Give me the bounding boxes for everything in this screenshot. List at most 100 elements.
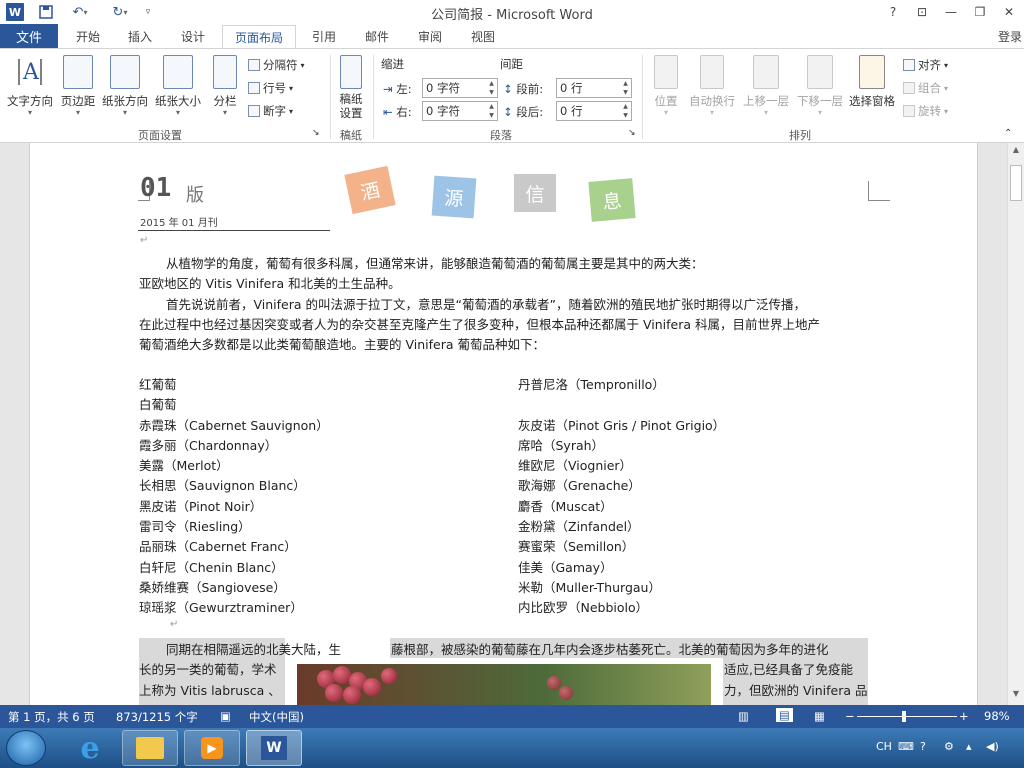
spacing-before-input[interactable]: 0 行 ▲ ▼ [556, 78, 632, 98]
zoom-in-button[interactable]: + [959, 709, 969, 723]
tab-view[interactable]: 视图 [459, 24, 507, 48]
list-item: 金粉黛（Zinfandel） [518, 519, 640, 535]
status-bar: 第 1 页，共 6 页 873/1215 个字 ▣ 中文(中国) ▥ ▤ ▦ −… [0, 705, 1024, 728]
draft-group-label: 稿纸 [340, 129, 362, 142]
wrap-text-button[interactable]: 自动换行 ▾ [686, 53, 738, 123]
draft-setup-button[interactable]: 稿纸 设置 [334, 53, 368, 123]
body-text: 首先说说前者，Vinifera 的叫法源于拉丁文，意思是“葡萄酒的承载者”，随着… [166, 297, 806, 312]
body-text: 藤根部，被感染的葡萄藤在几年内会逐步枯萎死亡。北美的葡萄因为多年的进化 [391, 642, 829, 657]
hyphenation-button[interactable]: 断字 ▾ [248, 101, 293, 121]
document-page[interactable]: 01 版 酒 源 信 息 2015 年 01 月刊 ↵ 从植物学的角度，葡萄有很… [29, 143, 978, 705]
wrap-text-icon [700, 55, 724, 89]
proofing-icon[interactable]: ▣ [220, 709, 231, 723]
start-orb-icon[interactable] [6, 730, 46, 766]
group-button[interactable]: 组合 ▾ [903, 78, 948, 98]
scroll-up-icon[interactable]: ▲ [1010, 145, 1022, 157]
orientation-button[interactable]: 纸张方向 ▾ [100, 53, 150, 123]
collapse-ribbon-icon[interactable]: ⌃ [1004, 127, 1012, 139]
media-player-icon[interactable]: ▶ [184, 730, 240, 766]
issue-number: 01 [140, 173, 172, 203]
settings-tray-icon[interactable]: ⚙ [944, 740, 954, 753]
file-explorer-icon[interactable] [122, 730, 178, 766]
position-button[interactable]: 位置 ▾ [648, 53, 684, 123]
tag-box: 源 [431, 175, 477, 219]
spacing-before-label: ↕ 段前: [503, 82, 544, 96]
grape-list-left: 红葡萄 白葡萄 赤霞珠（Cabernet Sauvignon） 霞多丽（Char… [139, 374, 499, 618]
list-item: 赛蜜荣（Semillon） [518, 539, 635, 555]
spacing-after-input[interactable]: 0 行 ▲ ▼ [556, 101, 632, 121]
spin-arrows-icon[interactable]: ▲ ▼ [620, 79, 631, 97]
page-count[interactable]: 第 1 页，共 6 页 [8, 709, 95, 725]
margins-button[interactable]: 页边距 ▾ [58, 53, 98, 123]
volume-icon[interactable]: ◀) [986, 740, 999, 753]
microsoft-word-icon[interactable]: W [246, 730, 302, 766]
zoom-out-button[interactable]: − [845, 709, 855, 723]
send-backward-button[interactable]: 下移一层 ▾ [794, 53, 846, 123]
internet-explorer-icon[interactable]: e [62, 730, 118, 766]
tray-expand-icon[interactable]: ▴ [966, 740, 972, 753]
selection-pane-button[interactable]: 选择窗格 [846, 53, 898, 123]
zoom-level[interactable]: 98% [984, 709, 1010, 723]
tag-box: 息 [588, 178, 636, 222]
spin-arrows-icon[interactable]: ▲ ▼ [620, 102, 631, 120]
list-item [518, 394, 878, 414]
tab-references[interactable]: 引用 [300, 24, 348, 48]
columns-button[interactable]: 分栏 ▾ [208, 53, 242, 123]
tag-box: 酒 [344, 165, 396, 215]
login-link[interactable]: 登录 [998, 28, 1022, 45]
list-item: 麝香（Muscat） [518, 498, 613, 514]
word-count[interactable]: 873/1215 个字 [116, 709, 198, 725]
paragraph-group-label: 段落 [490, 129, 512, 142]
rotate-button[interactable]: 旋转 ▾ [903, 101, 948, 121]
size-button[interactable]: 纸张大小 ▾ [152, 53, 204, 123]
ribbon-display-options-button[interactable]: ⊡ [911, 2, 933, 22]
spin-arrows-icon[interactable]: ▲ ▼ [486, 79, 497, 97]
indent-right-input[interactable]: 0 字符 ▲ ▼ [422, 101, 498, 121]
tab-design[interactable]: 设计 [169, 24, 217, 48]
grape-photo[interactable] [297, 664, 711, 705]
list-item: 灰皮诺（Pinot Gris / Pinot Grigio） [518, 417, 726, 433]
scroll-thumb[interactable] [1010, 165, 1022, 201]
input-language[interactable]: CH [876, 740, 892, 753]
page-setup-group-label: 页面设置 [138, 129, 182, 142]
spacing-label: 间距 [500, 57, 523, 71]
zoom-slider[interactable] [857, 716, 957, 717]
line-numbers-button[interactable]: 行号 ▾ [248, 78, 293, 98]
paragraph-launcher-icon[interactable]: ↘ [628, 127, 636, 139]
tab-review[interactable]: 审阅 [406, 24, 454, 48]
arrange-group-label: 排列 [789, 129, 811, 142]
tab-mailings[interactable]: 邮件 [353, 24, 401, 48]
read-mode-icon[interactable]: ▥ [738, 709, 749, 723]
minimize-button[interactable]: — [940, 2, 962, 22]
web-layout-icon[interactable]: ▦ [814, 709, 825, 723]
svg-text:A: A [22, 60, 40, 85]
crop-mark [868, 181, 890, 201]
list-item: 维欧尼（Viognier） [518, 458, 633, 474]
breaks-button[interactable]: 分隔符 ▾ [248, 55, 305, 75]
print-layout-icon[interactable]: ▤ [776, 708, 793, 722]
align-button[interactable]: 对齐 ▾ [903, 55, 948, 75]
spin-arrows-icon[interactable]: ▲ ▼ [486, 102, 497, 120]
page-setup-launcher-icon[interactable]: ↘ [312, 127, 320, 139]
maximize-button[interactable]: ❐ [969, 2, 991, 22]
language-indicator[interactable]: 中文(中国) [249, 709, 304, 725]
list-item: 米勒（Muller-Thurgau） [518, 579, 661, 595]
list-item: 美露（Merlot） [139, 458, 229, 474]
body-text: 力，但欧洲的 Vinifera 品 [724, 683, 868, 698]
keyboard-icon[interactable]: ⌨ [898, 740, 914, 753]
help-button[interactable]: ? [882, 2, 904, 22]
bring-forward-button[interactable]: 上移一层 ▾ [740, 53, 792, 123]
ribbon-tabs: 文件 开始 插入 设计 页面布局 引用 邮件 审阅 视图 登录 [0, 24, 1024, 49]
list-item: 琼瑶浆（Gewurztraminer） [139, 600, 303, 616]
help-tray-icon[interactable]: ? [920, 740, 926, 753]
tab-file[interactable]: 文件 [0, 24, 58, 48]
zoom-slider-thumb[interactable] [902, 711, 906, 722]
vertical-scrollbar[interactable]: ▲ ▼ [1007, 143, 1024, 705]
close-button[interactable]: ✕ [998, 2, 1020, 22]
scroll-down-icon[interactable]: ▼ [1010, 689, 1022, 701]
tab-insert[interactable]: 插入 [116, 24, 164, 48]
tab-home[interactable]: 开始 [64, 24, 112, 48]
text-direction-button[interactable]: A 文字方向 ▾ [4, 53, 56, 123]
tab-page-layout[interactable]: 页面布局 [222, 25, 296, 49]
indent-left-input[interactable]: 0 字符 ▲ ▼ [422, 78, 498, 98]
